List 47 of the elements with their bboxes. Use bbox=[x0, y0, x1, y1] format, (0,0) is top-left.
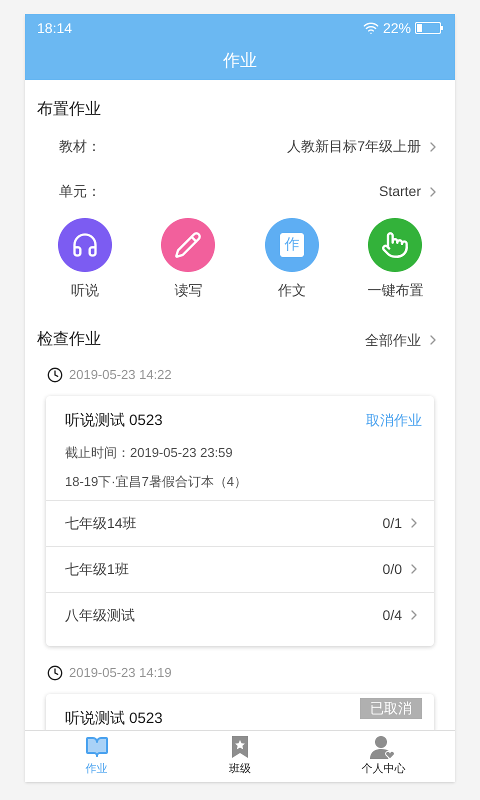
class-count: 0/1 bbox=[382, 514, 402, 532]
assignment-card[interactable]: 听说测试 0523 取消作业 截止时间：2019-05-23 23:59 18-19下·宜昌7暑假合订本（4） 七年级14班 0/1 七年级1班 0/0 八年级测试 0/4 bbox=[46, 396, 434, 646]
settings-row[interactable]: 单元： Starter bbox=[25, 169, 455, 214]
section-title: 布置作业 bbox=[37, 101, 101, 118]
assign-action-button[interactable]: 一键布置 bbox=[350, 218, 440, 312]
class-row[interactable]: 七年级14班 0/1 bbox=[46, 500, 434, 546]
assignment-title: 听说测试 0523 bbox=[65, 708, 163, 728]
assign-action-button[interactable]: 作 作文 bbox=[246, 218, 337, 312]
assignment-title: 听说测试 0523 bbox=[65, 411, 163, 431]
class-name: 七年级1班 bbox=[65, 560, 129, 578]
class-row[interactable]: 七年级1班 0/0 bbox=[46, 546, 434, 592]
deadline-text: 截止时间：2019-05-23 23:59 bbox=[65, 444, 234, 462]
character-icon: 作 bbox=[280, 233, 304, 257]
all-homework-link[interactable]: 全部作业 bbox=[365, 330, 441, 350]
row-label: 教材： bbox=[59, 137, 101, 156]
assign-action-button[interactable]: 读写 bbox=[143, 218, 234, 312]
assignment-date: 2019-05-23 14:19 bbox=[69, 664, 172, 682]
battery-percent: 22% bbox=[382, 18, 411, 38]
clock-icon bbox=[47, 664, 63, 680]
header-title: 作业 bbox=[223, 50, 257, 72]
row-value: 人教新目标7年级上册 bbox=[287, 137, 421, 156]
pencil-icon bbox=[174, 231, 202, 259]
bookmark-star-icon bbox=[230, 735, 249, 760]
tab-button[interactable]: 班级 bbox=[168, 731, 312, 782]
book-text: 18-19下·宜昌7暑假合订本（4） bbox=[65, 473, 248, 491]
class-count: 0/4 bbox=[382, 606, 402, 624]
settings-row[interactable]: 教材： 人教新目标7年级上册 bbox=[25, 124, 455, 169]
headphones-icon bbox=[70, 231, 99, 259]
class-name: 八年级测试 bbox=[65, 606, 135, 624]
status-time: 18:14 bbox=[37, 18, 72, 38]
class-count: 0/0 bbox=[382, 560, 402, 578]
assignment-date: 2019-05-23 14:22 bbox=[69, 366, 172, 384]
assignment-card[interactable]: 听说测试 0523 已取消 bbox=[46, 694, 434, 730]
status-tag: 已取消 bbox=[360, 698, 422, 718]
battery-icon bbox=[415, 22, 443, 34]
person-heart-icon bbox=[370, 735, 396, 760]
row-value: Starter bbox=[378, 182, 421, 201]
section-title: 检查作业 bbox=[37, 330, 101, 350]
hand-pointer-icon bbox=[381, 231, 410, 259]
class-name: 七年级14班 bbox=[65, 514, 137, 532]
assign-action-button[interactable]: 听说 bbox=[40, 218, 130, 312]
class-row[interactable]: 八年级测试 0/4 bbox=[46, 592, 434, 638]
tab-button[interactable]: 个人中心 bbox=[312, 731, 455, 782]
wifi-icon bbox=[362, 20, 379, 36]
book-icon bbox=[84, 735, 109, 760]
clock-icon bbox=[47, 367, 63, 383]
row-label: 单元： bbox=[59, 182, 101, 201]
